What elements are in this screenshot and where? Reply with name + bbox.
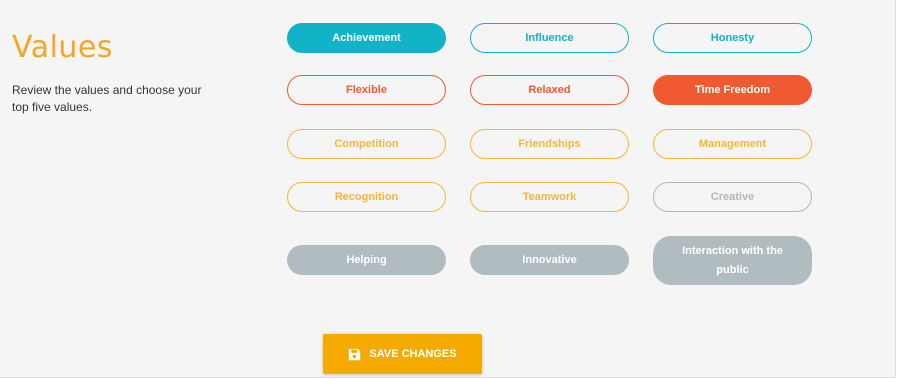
value-pill-time-freedom[interactable]: Time Freedom	[653, 75, 812, 105]
value-pill-achievement[interactable]: Achievement	[287, 23, 446, 53]
save-changes-button[interactable]: SAVE CHANGES	[323, 334, 482, 374]
value-pill-teamwork[interactable]: Teamwork	[470, 182, 629, 212]
value-pill-flexible[interactable]: Flexible	[287, 75, 446, 105]
values-panel: Values Review the values and choose your…	[0, 0, 896, 378]
value-pill-helping[interactable]: Helping	[287, 245, 446, 275]
value-pill-creative[interactable]: Creative	[653, 182, 812, 212]
value-pill-management[interactable]: Management	[653, 129, 812, 159]
save-changes-label: SAVE CHANGES	[369, 348, 457, 360]
value-pill-interaction-with-the-public[interactable]: Interaction with the public	[653, 236, 812, 285]
value-pill-competition[interactable]: Competition	[287, 129, 446, 159]
page-title: Values	[12, 30, 114, 65]
page-description: Review the values and choose your top fi…	[12, 83, 202, 114]
value-pill-innovative[interactable]: Innovative	[470, 245, 629, 275]
floppy-disk-icon	[348, 348, 361, 361]
value-pill-recognition[interactable]: Recognition	[287, 182, 446, 212]
value-pill-influence[interactable]: Influence	[470, 23, 629, 53]
value-pill-honesty[interactable]: Honesty	[653, 23, 812, 53]
value-pill-relaxed[interactable]: Relaxed	[470, 75, 629, 105]
value-pill-friendships[interactable]: Friendships	[470, 129, 629, 159]
